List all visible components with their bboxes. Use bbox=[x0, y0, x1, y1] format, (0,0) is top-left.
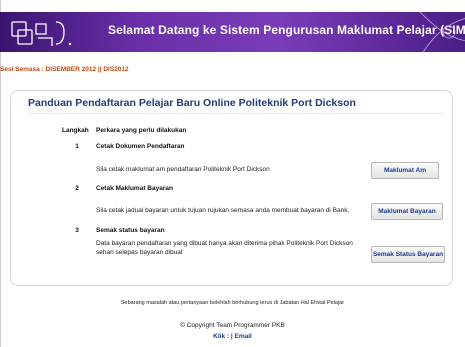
banner-decoration bbox=[419, 12, 465, 52]
step-title: Semak status bayaran bbox=[96, 227, 165, 234]
column-header-action: Perkara yang perlu dilakukan bbox=[96, 127, 187, 134]
step-number: 3 bbox=[75, 227, 79, 234]
copyright-text: © Copyright Team Programmer PKB bbox=[180, 322, 285, 329]
column-header-step: Langkah bbox=[62, 127, 89, 134]
footer-links: Klik : | Email bbox=[0, 333, 465, 340]
semak-status-bayaran-button[interactable]: Semak Status Bayaran bbox=[371, 246, 445, 263]
step-title: Cetak Dokumen Pendaftaran bbox=[96, 143, 185, 150]
step-title: Cetak Maklumat Bayaran bbox=[96, 185, 173, 192]
page-title: Panduan Pendaftaran Pelajar Baru Online … bbox=[28, 97, 356, 109]
title-divider bbox=[27, 113, 445, 114]
maklumat-bayaran-button[interactable]: Maklumat Bayaran bbox=[371, 203, 443, 220]
email-link[interactable]: Email bbox=[234, 333, 251, 340]
step-description: Sila cetak maklumat am pendaftaran Polit… bbox=[96, 166, 270, 173]
step-description: Sila cetak jadual bayaran untuk tujuan r… bbox=[96, 207, 350, 214]
step-description: Data bayaran pendaftaran yang dibuat han… bbox=[96, 240, 353, 256]
header-banner: Selamat Datang ke Sistem Pengurusan Makl… bbox=[0, 12, 465, 52]
klik-link[interactable]: Klik bbox=[213, 333, 225, 340]
banner-title: Selamat Datang ke Sistem Pengurusan Makl… bbox=[108, 23, 465, 37]
step-number: 2 bbox=[75, 185, 79, 192]
support-note: Sebarang masalah atau pertanyaan bolehla… bbox=[120, 300, 345, 306]
maklumat-am-button[interactable]: Maklumat Am bbox=[371, 162, 439, 179]
session-info: Sesi Semasa : DISEMBER 2012 || DIS2012 bbox=[0, 66, 129, 73]
step-number: 1 bbox=[75, 143, 79, 150]
logo-icon bbox=[11, 21, 72, 46]
